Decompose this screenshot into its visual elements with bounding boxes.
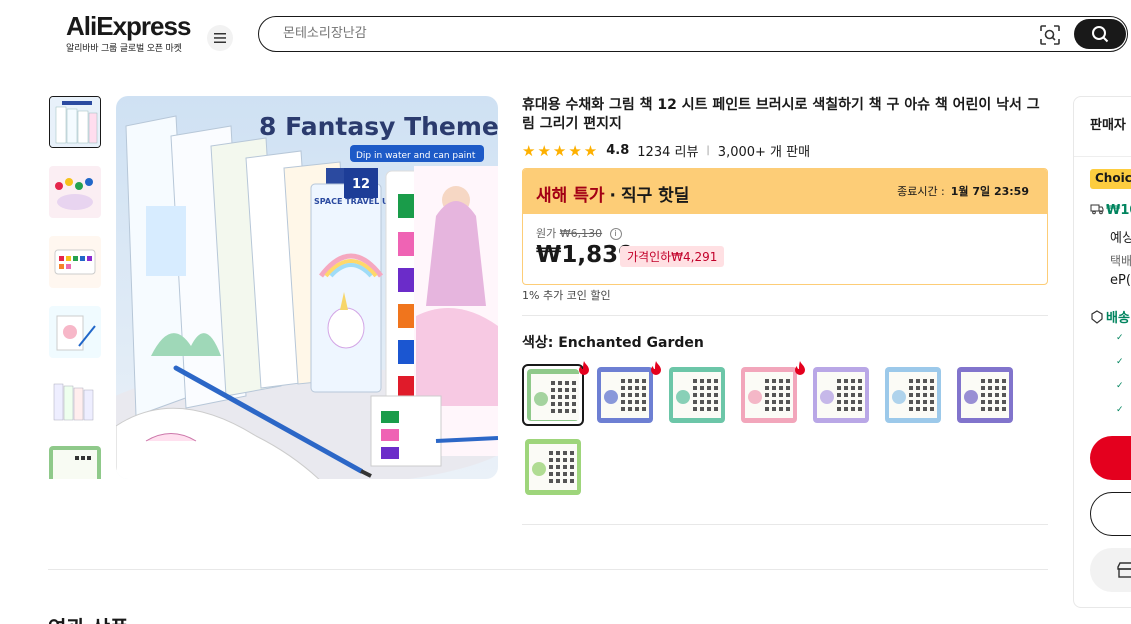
swatch-image — [597, 367, 653, 423]
store-button[interactable] — [1090, 548, 1131, 592]
swatch-image — [527, 369, 579, 421]
review-count-link[interactable]: 1234 리뷰 — [637, 141, 698, 160]
product-photo: 12 SPACE TRAVEL UNICORN 8 Fantasy Themes… — [116, 96, 498, 479]
check-icon: ✓ — [1116, 381, 1124, 391]
deal-box: 새해 특가 · 직구 핫딜 종료시간 : 1월 7일 23:59 원가 ₩6,130 … — [522, 168, 1048, 285]
menu-button[interactable] — [207, 25, 233, 51]
check-icon: ✓ — [1116, 357, 1124, 367]
image-subtitle: Dip in water and can paint — [356, 151, 476, 161]
thumbnail-2[interactable] — [49, 166, 101, 218]
deal-title: 새해 특가 · 직구 핫딜 — [536, 181, 689, 206]
thumbnail-3[interactable] — [49, 236, 101, 288]
original-price-row: 원가 ₩6,130 i — [536, 225, 622, 241]
swatch-image — [813, 367, 869, 423]
thumbnail-1[interactable] — [49, 96, 101, 148]
deal-end-time: 종료시간 : 1월 7일 23:59 — [897, 183, 1029, 199]
buy-now-button[interactable] — [1090, 436, 1131, 480]
swatch-image — [741, 367, 797, 423]
image-search-icon[interactable] — [1039, 24, 1061, 46]
fire-icon — [651, 361, 661, 375]
seller-label[interactable]: 판매자 — [1090, 114, 1126, 133]
color-swatch[interactable] — [666, 364, 728, 426]
choice-badge: Choice — [1090, 169, 1131, 189]
related-products-heading: 연관 상품 — [48, 612, 129, 624]
star-rating-icon: ★★★★★ — [522, 141, 600, 160]
hamburger-icon — [214, 33, 226, 43]
swatch-image — [669, 367, 725, 423]
shipping-price-value: ₩10 — [1106, 203, 1131, 218]
color-swatch[interactable] — [738, 364, 800, 426]
panel-divider — [1074, 156, 1131, 157]
fire-icon — [795, 361, 805, 375]
deal-end-label: 종료시간 : — [897, 185, 945, 198]
delivery-label: 배송 — [1106, 311, 1130, 326]
divider: | — [706, 145, 710, 156]
thumbnail-image — [49, 446, 101, 479]
color-label: 색상: Enchanted Garden — [522, 335, 704, 351]
search-button[interactable] — [1074, 19, 1126, 49]
swatch-image — [885, 367, 941, 423]
color-swatch[interactable] — [882, 364, 944, 426]
deal-header: 새해 특가 · 직구 핫딜 종료시간 : 1월 7일 23:59 — [523, 169, 1047, 214]
store-icon — [1117, 562, 1131, 578]
rating-row: ★★★★★ 4.8 1234 리뷰 | 3,000+ 개 판매 — [522, 141, 811, 161]
image-headline: 8 Fantasy Themes — [259, 112, 498, 141]
swatch-image — [525, 439, 581, 495]
discount-badge: 가격인하₩4,291 — [620, 246, 725, 267]
thumbnail-image — [49, 306, 101, 358]
original-price-label: 원가 — [536, 227, 557, 240]
color-swatch[interactable] — [954, 364, 1016, 426]
fire-icon — [579, 361, 589, 375]
section-divider — [48, 569, 1048, 570]
check-icon: ✓ — [1116, 333, 1124, 343]
logo-text: AliExpress — [66, 11, 191, 41]
truck-icon — [1090, 204, 1104, 215]
aliexpress-logo[interactable]: AliExpress 알리바바 그룹 글로벌 오픈 마켓 — [66, 11, 191, 54]
thumbnail-list — [48, 96, 104, 479]
deal-title-red: 새해 특가 — [536, 186, 605, 206]
sold-count: 3,000+ 개 판매 — [717, 145, 811, 160]
thumbnail-image — [49, 376, 101, 428]
thumbnail-4[interactable] — [49, 306, 101, 358]
color-swatch[interactable] — [810, 364, 872, 426]
shipping-line-2: 택배 — [1110, 254, 1131, 268]
thumbnail-image — [49, 236, 101, 288]
main-product-image[interactable]: 12 SPACE TRAVEL UNICORN 8 Fantasy Themes… — [116, 96, 498, 479]
deal-end-value: 1월 7일 23:59 — [950, 185, 1029, 198]
shipping-price: ₩10 — [1090, 203, 1131, 218]
color-swatch[interactable] — [522, 436, 584, 498]
shipping-line-1: 예싱 — [1110, 231, 1131, 246]
thumbnail-image — [49, 166, 101, 218]
deal-title-rest: 직구 핫딜 — [620, 186, 690, 206]
search-icon — [1092, 26, 1109, 43]
thumbnail-image — [50, 97, 100, 147]
color-swatch[interactable] — [522, 364, 584, 426]
logo-subtitle: 알리바바 그룹 글로벌 오픈 마켓 — [66, 44, 182, 54]
product-page: AliExpress 알리바바 그룹 글로벌 오픈 마켓 몬테소리장난감 12 … — [0, 0, 1131, 624]
delivery-section: 배송 — [1090, 307, 1130, 326]
thumbnail-6[interactable] — [49, 446, 101, 479]
add-to-cart-button[interactable] — [1090, 492, 1131, 536]
original-price: ₩6,130 — [559, 227, 603, 240]
coin-discount-text: 1% 추가 코인 할인 — [522, 289, 611, 302]
search-input[interactable] — [283, 26, 983, 41]
section-divider — [522, 315, 1048, 316]
color-swatch[interactable] — [594, 364, 656, 426]
section-divider — [522, 524, 1048, 525]
info-icon[interactable]: i — [609, 228, 622, 240]
rating-value: 4.8 — [606, 143, 630, 158]
purchase-panel: 판매자 Choice ₩10 예싱 택배 eP( 배송 ✓ ✓ ✓ ✓ — [1073, 96, 1131, 608]
shield-icon — [1091, 310, 1103, 324]
search-bar — [258, 16, 1128, 52]
thumbnail-5[interactable] — [49, 376, 101, 428]
check-icon: ✓ — [1116, 405, 1124, 415]
product-title: 휴대용 수채화 그림 책 12 시트 페인트 브러시로 색칠하기 책 구 아슈 … — [522, 97, 1040, 132]
dot-separator: · — [609, 186, 616, 206]
swatch-image — [957, 367, 1013, 423]
card-number-text: 12 — [352, 177, 370, 192]
shipping-line-3: eP( — [1110, 273, 1131, 288]
